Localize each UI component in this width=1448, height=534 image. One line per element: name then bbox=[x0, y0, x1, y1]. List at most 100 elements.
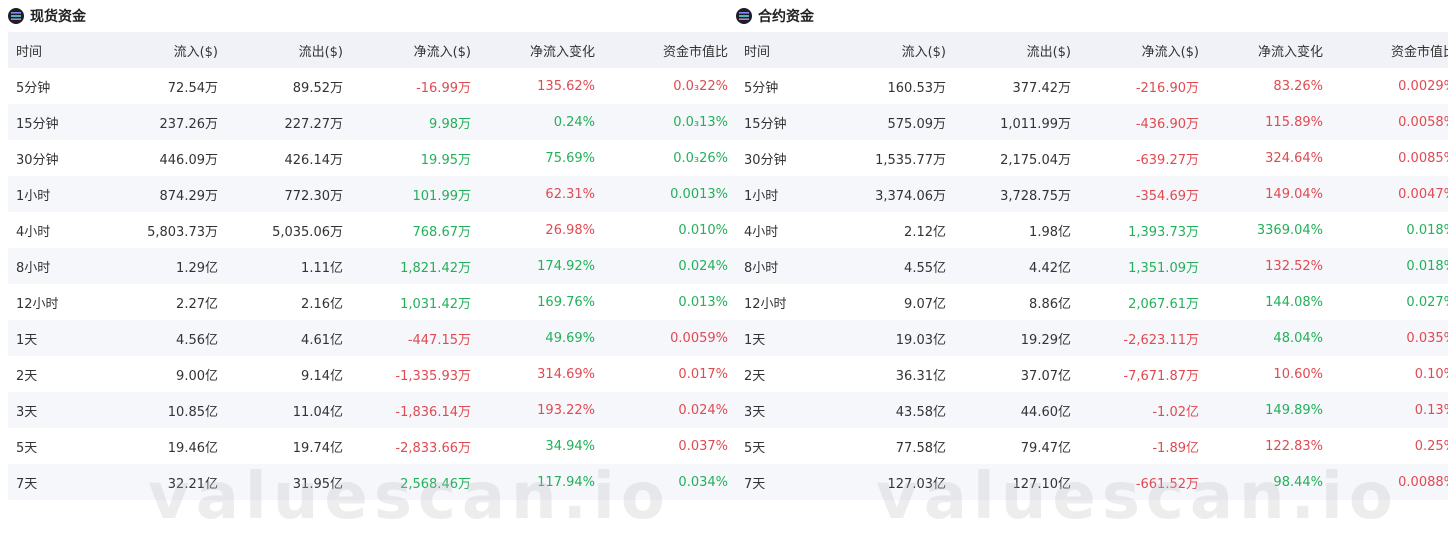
col-header-net-change[interactable]: 净流入变化 bbox=[471, 32, 595, 68]
cell-net-change: 115.89% bbox=[1265, 114, 1323, 130]
cell-time: 12小时 bbox=[16, 296, 59, 312]
cell-outflow: 31.95亿 bbox=[292, 476, 343, 492]
cell-net-inflow: 1,031.42万 bbox=[400, 296, 471, 312]
cell-net-change: 324.64% bbox=[1265, 150, 1323, 166]
cell-time: 7天 bbox=[744, 476, 766, 492]
cell-time: 5分钟 bbox=[16, 80, 51, 96]
cell-time: 30分钟 bbox=[744, 152, 787, 168]
cell-ratio: 0.0₃22% bbox=[673, 78, 728, 94]
col-header-time[interactable]: 时间 bbox=[736, 32, 854, 68]
table-row[interactable]: 4小时 2.12亿 1.98亿 1,393.73万 3369.04% 0.018% bbox=[736, 212, 1448, 248]
cell-inflow: 77.58亿 bbox=[895, 440, 946, 456]
cell-outflow: 2.16亿 bbox=[301, 296, 343, 312]
cell-time: 1小时 bbox=[16, 188, 51, 204]
cell-net-change: 83.26% bbox=[1273, 78, 1323, 94]
cell-outflow: 4.42亿 bbox=[1029, 260, 1071, 276]
table-row[interactable]: 4小时 5,803.73万 5,035.06万 768.67万 26.98% 0.010% bbox=[8, 212, 736, 248]
cell-outflow: 426.14万 bbox=[284, 152, 344, 168]
table-row[interactable]: 30分钟 1,535.77万 2,175.04万 -639.27万 324.64% 0.0… bbox=[736, 140, 1448, 176]
table-row[interactable]: 5天 19.46亿 19.74亿 -2,833.66万 34.94% 0.037% bbox=[8, 428, 736, 464]
table-row[interactable]: 8小时 4.55亿 4.42亿 1,351.09万 132.52% 0.018% bbox=[736, 248, 1448, 284]
table-row[interactable]: 15分钟 575.09万 1,011.99万 -436.90万 115.89% 0.005… bbox=[736, 104, 1448, 140]
cell-net-inflow: -7,671.87万 bbox=[1123, 368, 1199, 384]
cell-ratio: 0.0058% bbox=[1398, 114, 1448, 130]
cell-ratio: 0.0085% bbox=[1398, 150, 1448, 166]
cell-ratio: 0.037% bbox=[678, 438, 728, 454]
cell-time: 5天 bbox=[16, 440, 38, 456]
cell-net-inflow: 2,067.61万 bbox=[1128, 296, 1199, 312]
table-row[interactable]: 2天 36.31亿 37.07亿 -7,671.87万 10.60% 0.10% bbox=[736, 356, 1448, 392]
table-row[interactable]: 3天 10.85亿 11.04亿 -1,836.14万 193.22% 0.024% bbox=[8, 392, 736, 428]
table-row[interactable]: 5天 77.58亿 79.47亿 -1.89亿 122.83% 0.25% bbox=[736, 428, 1448, 464]
col-header-ratio[interactable]: 资金市值比 bbox=[1323, 32, 1448, 68]
cell-net-change: 75.69% bbox=[545, 150, 595, 166]
cell-ratio: 0.010% bbox=[678, 222, 728, 238]
cell-outflow: 772.30万 bbox=[284, 188, 344, 204]
col-header-outflow[interactable]: 流出($) bbox=[218, 32, 343, 68]
cell-ratio: 0.13% bbox=[1414, 402, 1448, 418]
cell-inflow: 32.21亿 bbox=[167, 476, 218, 492]
cell-time: 8小时 bbox=[744, 260, 779, 276]
cell-net-change: 49.69% bbox=[545, 330, 595, 346]
table-row[interactable]: 2天 9.00亿 9.14亿 -1,335.93万 314.69% 0.017% bbox=[8, 356, 736, 392]
cell-net-change: 34.94% bbox=[545, 438, 595, 454]
table-row[interactable]: 30分钟 446.09万 426.14万 19.95万 75.69% 0.0₃26% bbox=[8, 140, 736, 176]
cell-inflow: 4.55亿 bbox=[904, 260, 946, 276]
col-header-inflow[interactable]: 流入($) bbox=[126, 32, 218, 68]
cell-net-inflow: -2,833.66万 bbox=[395, 440, 471, 456]
table-row[interactable]: 1小时 3,374.06万 3,728.75万 -354.69万 149.04% 0.00… bbox=[736, 176, 1448, 212]
spot-panel-title: 现货资金 bbox=[30, 9, 86, 25]
cell-net-inflow: -436.90万 bbox=[1135, 116, 1199, 132]
table-row[interactable]: 5分钟 160.53万 377.42万 -216.90万 83.26% 0.0029% bbox=[736, 68, 1448, 104]
table-row[interactable]: 1小时 874.29万 772.30万 101.99万 62.31% 0.0013% bbox=[8, 176, 736, 212]
table-row[interactable]: 15分钟 237.26万 227.27万 9.98万 0.24% 0.0₃13% bbox=[8, 104, 736, 140]
cell-net-inflow: 1,351.09万 bbox=[1128, 260, 1199, 276]
col-header-ratio[interactable]: 资金市值比 bbox=[595, 32, 736, 68]
cell-ratio: 0.018% bbox=[1406, 222, 1448, 238]
cell-time: 1小时 bbox=[744, 188, 779, 204]
futures-funds-table: 时间 流入($) 流出($) 净流入($) 净流入变化 资金市值比 5分钟 160… bbox=[736, 32, 1448, 500]
table-row[interactable]: 5分钟 72.54万 89.52万 -16.99万 135.62% 0.0₃22% bbox=[8, 68, 736, 104]
col-header-net-change[interactable]: 净流入变化 bbox=[1199, 32, 1323, 68]
table-row[interactable]: 7天 127.03亿 127.10亿 -661.52万 98.44% 0.0088% bbox=[736, 464, 1448, 500]
cell-outflow: 4.61亿 bbox=[301, 332, 343, 348]
cell-outflow: 37.07亿 bbox=[1020, 368, 1071, 384]
cell-inflow: 237.26万 bbox=[159, 116, 219, 132]
cell-inflow: 36.31亿 bbox=[895, 368, 946, 384]
col-header-net-inflow[interactable]: 净流入($) bbox=[1071, 32, 1199, 68]
table-row[interactable]: 12小时 2.27亿 2.16亿 1,031.42万 169.76% 0.013% bbox=[8, 284, 736, 320]
cell-time: 1天 bbox=[744, 332, 766, 348]
table-row[interactable]: 8小时 1.29亿 1.11亿 1,821.42万 174.92% 0.024% bbox=[8, 248, 736, 284]
cell-ratio: 0.25% bbox=[1414, 438, 1448, 454]
cell-inflow: 160.53万 bbox=[887, 80, 947, 96]
cell-time: 4小时 bbox=[744, 224, 779, 240]
cell-outflow: 19.29亿 bbox=[1020, 332, 1071, 348]
cell-inflow: 446.09万 bbox=[159, 152, 219, 168]
col-header-time[interactable]: 时间 bbox=[8, 32, 126, 68]
cell-time: 1天 bbox=[16, 332, 38, 348]
col-header-inflow[interactable]: 流入($) bbox=[854, 32, 946, 68]
cell-ratio: 0.0088% bbox=[1398, 474, 1448, 490]
cell-net-change: 149.04% bbox=[1265, 186, 1323, 202]
cell-net-inflow: -1.89亿 bbox=[1152, 440, 1199, 456]
cell-net-inflow: -447.15万 bbox=[407, 332, 471, 348]
cell-net-inflow: -1,335.93万 bbox=[395, 368, 471, 384]
cell-net-inflow: -2,623.11万 bbox=[1123, 332, 1199, 348]
table-row[interactable]: 7天 32.21亿 31.95亿 2,568.46万 117.94% 0.034% bbox=[8, 464, 736, 500]
cell-outflow: 377.42万 bbox=[1012, 80, 1072, 96]
table-row[interactable]: 1天 19.03亿 19.29亿 -2,623.11万 48.04% 0.035% bbox=[736, 320, 1448, 356]
cell-outflow: 79.47亿 bbox=[1020, 440, 1071, 456]
table-row[interactable]: 12小时 9.07亿 8.86亿 2,067.61万 144.08% 0.027% bbox=[736, 284, 1448, 320]
cell-ratio: 0.0029% bbox=[1398, 78, 1448, 94]
table-row[interactable]: 3天 43.58亿 44.60亿 -1.02亿 149.89% 0.13% bbox=[736, 392, 1448, 428]
cell-ratio: 0.034% bbox=[678, 474, 728, 490]
cell-outflow: 1,011.99万 bbox=[1000, 116, 1071, 132]
col-header-net-inflow[interactable]: 净流入($) bbox=[343, 32, 471, 68]
cell-ratio: 0.024% bbox=[678, 258, 728, 274]
table-row[interactable]: 1天 4.56亿 4.61亿 -447.15万 49.69% 0.0059% bbox=[8, 320, 736, 356]
col-header-outflow[interactable]: 流出($) bbox=[946, 32, 1071, 68]
cell-inflow: 575.09万 bbox=[887, 116, 947, 132]
cell-net-inflow: -1,836.14万 bbox=[395, 404, 471, 420]
cell-inflow: 43.58亿 bbox=[895, 404, 946, 420]
cell-ratio: 0.017% bbox=[678, 366, 728, 382]
